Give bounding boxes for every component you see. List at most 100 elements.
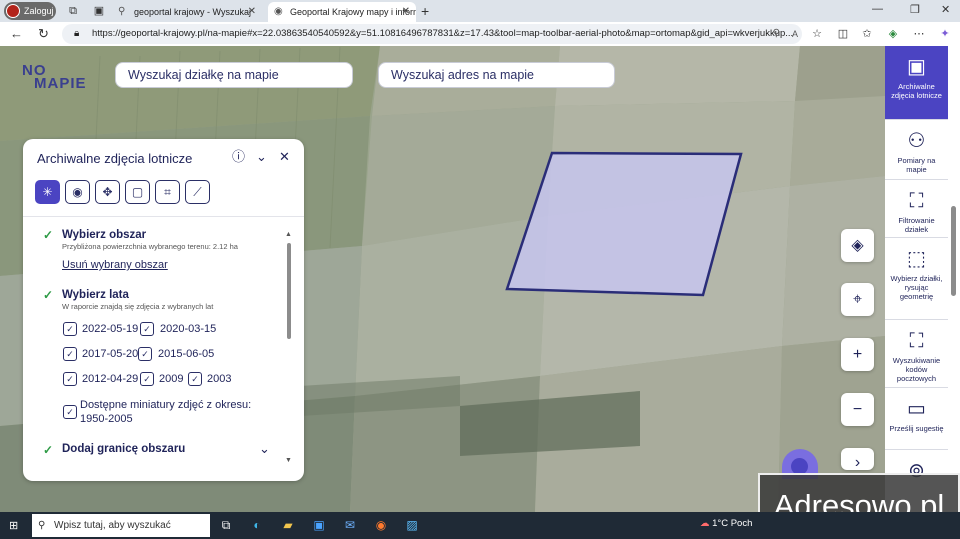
year-checkbox[interactable]: ✓ (63, 347, 77, 361)
task-view-icon[interactable]: ⧉ (217, 516, 235, 534)
taskbar-search-field[interactable]: ⚲ Wpisz tutaj, aby wyszukać (32, 514, 210, 537)
sidebar-item-label: Wyszukiwanie kodów pocztowych (892, 356, 941, 383)
close-window-button[interactable]: ✕ (941, 3, 950, 16)
profile-button[interactable]: Zaloguj (4, 2, 56, 20)
location-pin-icon[interactable]: ⚲ (773, 24, 780, 44)
help-icon[interactable]: ⓘ (232, 149, 245, 165)
close-tab-icon[interactable]: ✕ (248, 2, 256, 22)
minimize-button[interactable]: — (872, 3, 883, 15)
sidebar-item-select-geometry[interactable]: ⬚ Wybierz działki, rysując geometrię (885, 238, 948, 320)
tool-line-button[interactable]: ⟋ (185, 180, 210, 204)
year-checkbox[interactable]: ✓ (140, 322, 154, 336)
locate-button[interactable]: ⌖ (841, 283, 874, 316)
mail-icon[interactable]: ✉ (341, 516, 359, 534)
polyline-icon: ⟋ (193, 185, 202, 199)
tab-search[interactable]: ⚲ geoportal krajowy - Wyszukaj ✕ (112, 2, 262, 22)
postal-search-icon: ⛶ (909, 330, 924, 352)
tool-select-button[interactable]: ✳ (35, 180, 60, 204)
sidebar-item-aerial-photos[interactable]: ▣ Archiwalne zdjęcia lotnicze (885, 46, 948, 120)
tab-geoportal[interactable]: ◉ Geoportal Krajowy mapy i inform ✕ (268, 2, 416, 22)
scroll-up-icon[interactable]: ▲ (285, 231, 292, 238)
layers-button[interactable]: ◈ (841, 229, 874, 262)
scroll-down-icon[interactable]: ▼ (285, 457, 292, 464)
refresh-icon[interactable]: ↻ (38, 26, 49, 42)
lock-icon: 🔒︎ (74, 28, 80, 39)
sidebar-item-suggestion[interactable]: ▭ Prześlij sugestię (885, 388, 948, 450)
sidebar-item-label: Prześlij sugestię (889, 424, 944, 433)
cursor-click-icon: ✳ (42, 185, 53, 199)
workspaces-icon[interactable]: ⧉ (66, 4, 80, 18)
favorite-star-icon[interactable]: ☆ (810, 27, 824, 41)
copilot-icon[interactable]: ✦ (938, 27, 952, 41)
target-point-icon: ◉ (72, 185, 83, 199)
maximize-button[interactable]: ❐ (910, 3, 920, 16)
year-checkbox[interactable]: ✓ (140, 372, 154, 386)
store-icon[interactable]: ▣ (310, 516, 328, 534)
check-icon: ✓ (43, 443, 54, 457)
windows-start-icon[interactable]: ⊞ (9, 519, 18, 532)
split-screen-icon[interactable]: ◫ (836, 27, 850, 41)
year-checkbox[interactable]: ✓ (138, 347, 152, 361)
year-label: 2009 (159, 373, 184, 385)
select-area-icon: ⬚ (907, 248, 926, 270)
edge-icon[interactable]: ◐ (248, 516, 266, 534)
more-menu-icon[interactable]: ⋯ (912, 27, 926, 41)
tab-actions-icon[interactable]: ▣ (92, 4, 106, 18)
remove-area-link[interactable]: Usuń wybrany obszar (62, 259, 168, 271)
address-bar-row: ← ↻ 🔒︎ https://geoportal-krajowy.pl/na-m… (0, 22, 960, 46)
collapse-chevron-icon[interactable]: ⌄ (256, 149, 267, 165)
back-arrow-icon[interactable]: ← (10, 26, 23, 42)
firefox-icon[interactable]: ◉ (372, 516, 390, 534)
sidebar-scrollbar[interactable] (951, 206, 956, 296)
zoom-in-button[interactable]: + (841, 338, 874, 371)
sidebar-item-measure[interactable]: ⚇ Pomiary na mapie (885, 120, 948, 180)
sidebar-item-filter-parcels[interactable]: ⛶ Filtrowanie działek (885, 180, 948, 238)
panel-scrollbar[interactable] (287, 243, 291, 339)
section-area-title: Wybierz obszar (62, 229, 147, 241)
extension-icon[interactable]: ◈ (886, 27, 900, 41)
close-tab-icon[interactable]: ✕ (402, 2, 410, 22)
year-label: 2022-05-19 (82, 323, 139, 335)
weather-widget[interactable]: ☁ 1°C Poch (700, 518, 752, 529)
read-aloud-icon[interactable]: A (792, 24, 798, 44)
url-field[interactable]: 🔒︎ https://geoportal-krajowy.pl/na-mapie… (62, 24, 802, 44)
file-explorer-icon[interactable]: ▰ (279, 516, 297, 534)
sidebar-item-postal-codes[interactable]: ⛶ Wyszukiwanie kodów pocztowych (885, 320, 948, 388)
check-icon: ✓ (43, 288, 54, 302)
rectangle-icon: ▢ (131, 185, 144, 199)
year-checkbox[interactable]: ✓ (188, 372, 202, 386)
avatar (6, 4, 20, 18)
browser-tab-bar: Zaloguj ⧉ ▣ ⚲ geoportal krajowy - Wyszuk… (0, 0, 960, 22)
new-tab-button[interactable]: + (421, 2, 429, 20)
year-label: 2015-06-05 (158, 348, 215, 360)
no-mapie-logo[interactable]: NO MAPIE (22, 63, 92, 94)
year-checkbox[interactable]: ✓ (63, 322, 77, 336)
measure-icon: ⚇ (907, 130, 926, 152)
sidebar-item-label: Archiwalne zdjęcia lotnicze (891, 82, 942, 100)
tool-rectangle-button[interactable]: ▢ (125, 180, 150, 204)
map-canvas[interactable]: NO MAPIE Wyszukaj działkę na mapie Wyszu… (0, 46, 885, 512)
year-checkbox[interactable]: ✓ (63, 372, 77, 386)
panel-title: Archiwalne zdjęcia lotnicze (37, 151, 193, 166)
weather-text: 1°C Poch (712, 518, 753, 529)
favorites-icon[interactable]: ✩ (860, 27, 874, 41)
sidebar-item-label: Filtrowanie działek (898, 216, 935, 234)
thumbnails-checkbox[interactable]: ✓ (63, 405, 77, 419)
expand-button[interactable]: › (841, 448, 874, 471)
divider (23, 216, 304, 217)
tool-point-button[interactable]: ◉ (65, 180, 90, 204)
sidebar-item-label: Pomiary na mapie (897, 156, 936, 174)
close-panel-icon[interactable]: ✕ (279, 149, 290, 165)
message-icon: ▭ (907, 398, 926, 420)
search-parcel-button[interactable]: Wyszukaj działkę na mapie (115, 62, 353, 88)
photos-icon[interactable]: ▨ (403, 516, 421, 534)
move-icon: ✥ (102, 185, 113, 199)
tool-polygon-button[interactable]: ⌗ (155, 180, 180, 204)
year-label: 2017-05-20 (82, 348, 139, 360)
section-border-title: Dodaj granicę obszaru (62, 443, 186, 455)
aerial-photos-panel: Archiwalne zdjęcia lotnicze ⓘ ⌄ ✕ ✳ ◉ ✥ … (23, 139, 304, 481)
expand-chevron-icon[interactable]: ⌄ (259, 441, 270, 457)
zoom-out-button[interactable]: − (841, 393, 874, 426)
search-address-button[interactable]: Wyszukaj adres na mapie (378, 62, 615, 88)
tool-move-button[interactable]: ✥ (95, 180, 120, 204)
